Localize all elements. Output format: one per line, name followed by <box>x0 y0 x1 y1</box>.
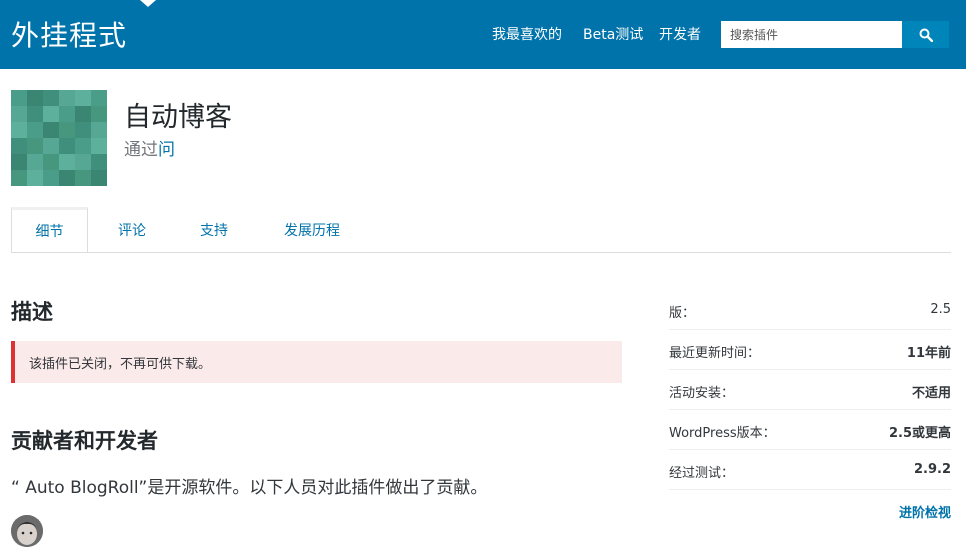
top-bar: 外挂程式 我最喜欢的 Beta测试 开发者 <box>0 0 966 69</box>
icon-pixel <box>91 138 107 154</box>
icon-pixel <box>11 154 27 170</box>
meta-value: 2.5或更高 <box>888 426 951 441</box>
tabs-divider <box>11 252 951 253</box>
closed-notice-text: 该插件已关闭，不再可供下载。 <box>29 356 212 372</box>
icon-pixel <box>11 90 27 106</box>
icon-pixel <box>27 122 43 138</box>
icon-pixel <box>59 170 75 186</box>
icon-pixel <box>11 106 27 122</box>
author-link[interactable]: 问 <box>158 140 175 160</box>
icon-pixel <box>91 122 107 138</box>
pixel-pattern-icon <box>11 90 107 186</box>
plugin-title: 自动博客 <box>124 102 232 133</box>
icon-pixel <box>27 170 43 186</box>
meta-row-wp-version: WordPress版本： 2.5或更高 <box>669 410 951 450</box>
icon-pixel <box>43 90 59 106</box>
icon-pixel <box>59 154 75 170</box>
plugin-author: 通过问 <box>124 135 175 160</box>
meta-label: 最近更新时间： <box>669 346 761 361</box>
meta-row-version: 版： 2.5 <box>669 290 951 330</box>
icon-pixel <box>27 90 43 106</box>
icon-pixel <box>11 138 27 154</box>
contributor-avatar[interactable] <box>11 515 43 547</box>
icon-pixel <box>11 122 27 138</box>
meta-label: 经过测试： <box>669 466 735 481</box>
closed-notice: 该插件已关闭，不再可供下载。 <box>11 341 622 383</box>
icon-pixel <box>11 170 27 186</box>
icon-pixel <box>75 106 91 122</box>
nav-beta[interactable]: Beta测试 <box>583 24 643 44</box>
contributors-text: “ Auto BlogRoll”是开源软件。以下人员对此插件做出了贡献。 <box>11 478 488 498</box>
advanced-view-link[interactable]: 进阶检视 <box>899 502 951 521</box>
meta-value: 11年前 <box>906 346 951 361</box>
icon-pixel <box>43 170 59 186</box>
brand-title[interactable]: 外挂程式 <box>11 14 127 54</box>
icon-pixel <box>59 122 75 138</box>
meta-row-active-installs: 活动安装： 不适用 <box>669 370 951 410</box>
menu-notch <box>140 0 156 7</box>
icon-pixel <box>91 90 107 106</box>
icon-pixel <box>75 170 91 186</box>
meta-row-tested-up-to: 经过测试： 2.9.2 <box>669 450 951 490</box>
tab-details[interactable]: 细节 <box>11 207 88 253</box>
icon-pixel <box>75 122 91 138</box>
tab-reviews[interactable]: 评论 <box>100 207 164 253</box>
icon-pixel <box>75 90 91 106</box>
icon-pixel <box>91 170 107 186</box>
icon-pixel <box>43 154 59 170</box>
search-button[interactable] <box>902 21 949 48</box>
icon-pixel <box>27 106 43 122</box>
tab-development[interactable]: 发展历程 <box>268 207 356 253</box>
contributors-heading: 贡献者和开发者 <box>11 429 158 453</box>
icon-pixel <box>59 106 75 122</box>
meta-label: 版： <box>669 306 696 321</box>
meta-row-last-updated: 最近更新时间： 11年前 <box>669 330 951 370</box>
icon-pixel <box>43 138 59 154</box>
icon-pixel <box>43 122 59 138</box>
meta-label: WordPress版本： <box>669 426 776 441</box>
meta-label: 活动安装： <box>669 386 735 401</box>
author-prefix: 通过 <box>124 140 158 160</box>
avatar-image <box>11 515 43 547</box>
tab-support[interactable]: 支持 <box>182 207 246 253</box>
search-input[interactable] <box>721 21 902 48</box>
icon-pixel <box>91 106 107 122</box>
nav-developers[interactable]: 开发者 <box>659 24 701 44</box>
meta-value: 2.5 <box>930 302 951 317</box>
icon-pixel <box>59 90 75 106</box>
meta-value: 不适用 <box>911 386 951 401</box>
icon-pixel <box>75 138 91 154</box>
icon-pixel <box>27 154 43 170</box>
description-heading: 描述 <box>11 300 53 324</box>
nav-favorites[interactable]: 我最喜欢的 <box>492 24 562 44</box>
search-icon <box>919 28 933 42</box>
icon-pixel <box>91 154 107 170</box>
icon-pixel <box>59 138 75 154</box>
meta-value: 2.9.2 <box>913 462 951 477</box>
icon-pixel <box>27 138 43 154</box>
icon-pixel <box>75 154 91 170</box>
icon-pixel <box>43 106 59 122</box>
